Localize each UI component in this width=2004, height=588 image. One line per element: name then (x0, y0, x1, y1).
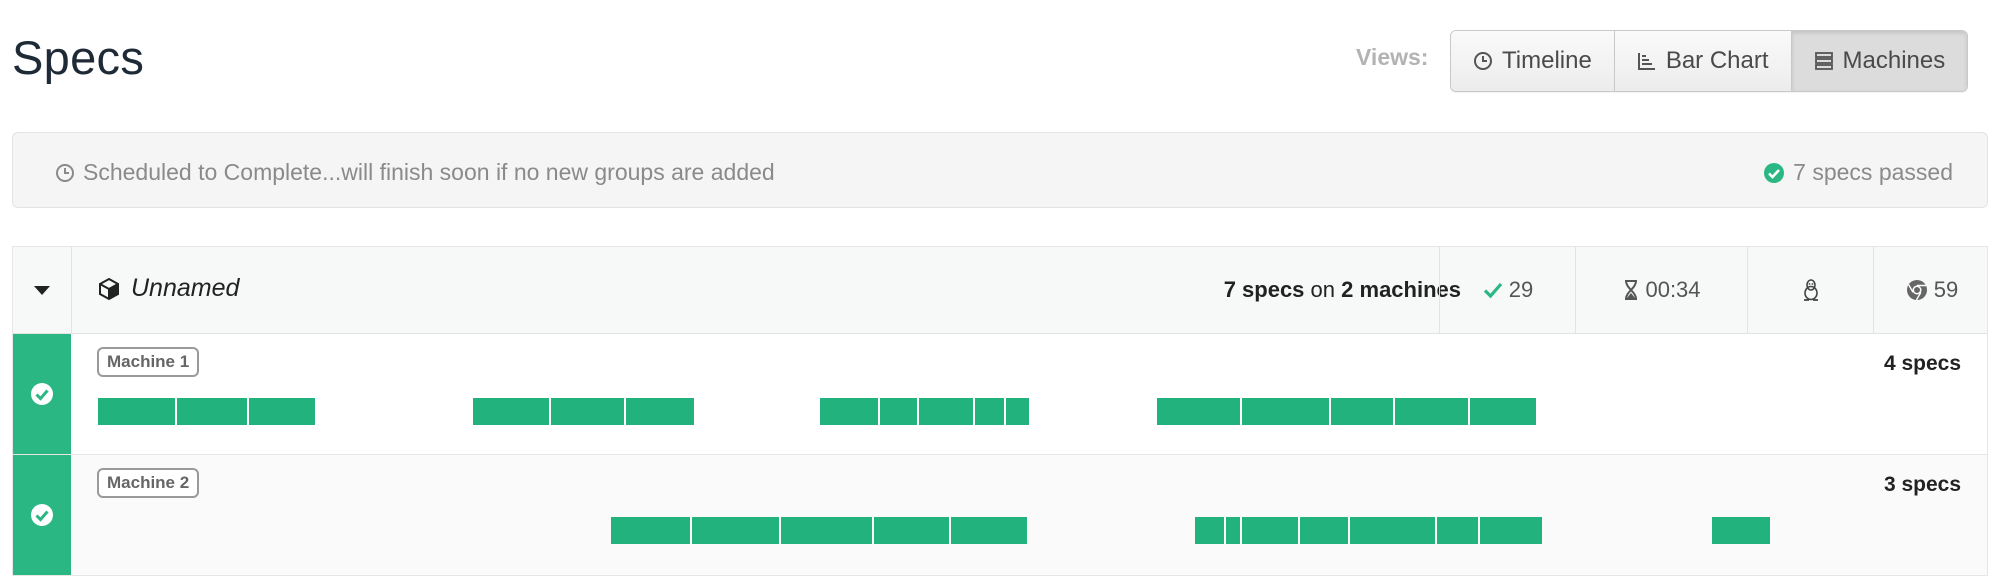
spec-bar[interactable] (1241, 517, 1298, 544)
spec-bar[interactable] (781, 517, 873, 544)
spec-bar[interactable] (248, 398, 315, 425)
passed-count-cell: 29 (1439, 247, 1576, 333)
view-machines-button[interactable]: Machines (1791, 31, 1968, 91)
view-bar-chart-button[interactable]: Bar Chart (1614, 31, 1792, 91)
passed-count: 29 (1508, 277, 1534, 302)
spec-bar[interactable] (1195, 517, 1225, 544)
machine-timeline (13, 334, 1987, 454)
hourglass-icon (1625, 280, 1638, 300)
group-name: Unnamed (97, 274, 239, 303)
spec-bar[interactable] (1299, 517, 1349, 544)
bar-chart-icon (1637, 53, 1655, 70)
page: Specs Views: Timeline Bar Chart Machines… (0, 0, 2004, 588)
browser-cell: 59 (1873, 247, 1990, 333)
spec-bar[interactable] (610, 517, 691, 544)
spec-bar[interactable] (177, 398, 247, 425)
collapse-toggle[interactable] (13, 247, 72, 333)
spec-group: Unnamed 7 specs on 2 machines 29 00:34 5… (12, 246, 1988, 576)
group-name-text: Unnamed (131, 274, 240, 302)
machine-row: Machine 1 4 specs (13, 334, 1987, 455)
spec-bar[interactable] (974, 398, 1004, 425)
spec-bar[interactable] (918, 398, 973, 425)
spec-bar[interactable] (1394, 398, 1469, 425)
linux-icon (1804, 279, 1818, 301)
spec-bar[interactable] (1437, 517, 1478, 544)
machine-timeline (13, 455, 1987, 575)
spec-bar[interactable] (473, 398, 549, 425)
view-timeline-label: Timeline (1502, 47, 1592, 74)
view-timeline-button[interactable]: Timeline (1451, 31, 1615, 91)
spec-bar[interactable] (1350, 517, 1436, 544)
machine-spec-count: 3 specs (1883, 473, 1961, 496)
machine-row: Machine 2 3 specs (13, 455, 1987, 576)
specs-passed-summary: 7 specs passed (1763, 159, 1953, 186)
machine-spec-count: 4 specs (1883, 352, 1961, 375)
spec-bar[interactable] (1241, 398, 1329, 425)
view-switcher: Timeline Bar Chart Machines (1450, 30, 1969, 92)
check-icon (1483, 282, 1502, 299)
spec-bar[interactable] (550, 398, 625, 425)
status-message: Scheduled to Complete...will finish soon… (55, 159, 775, 186)
spec-bar[interactable] (874, 517, 950, 544)
spec-bar[interactable] (1226, 517, 1240, 544)
machine-label[interactable]: Machine 1 (97, 347, 200, 377)
clock-icon (1474, 52, 1492, 70)
group-summary: 7 specs on 2 machines (1224, 277, 1461, 303)
spec-bar[interactable] (1330, 398, 1393, 425)
group-summary-on: on (1310, 277, 1336, 302)
spec-bar[interactable] (1479, 517, 1542, 544)
duration-cell: 00:34 (1575, 247, 1748, 333)
page-title: Specs (12, 31, 145, 84)
specs-passed-text: 7 specs passed (1793, 159, 1953, 185)
spec-bar[interactable] (951, 517, 1027, 544)
group-specs-count: 7 specs (1223, 277, 1305, 302)
spec-bar[interactable] (626, 398, 694, 425)
check-circle-icon (1764, 162, 1785, 183)
group-header: Unnamed 7 specs on 2 machines 29 00:34 5… (13, 247, 1987, 334)
clock-icon (56, 163, 74, 182)
server-icon (1814, 52, 1833, 70)
duration: 00:34 (1645, 277, 1701, 302)
views-label: Views: (1356, 44, 1429, 70)
browser-version: 59 (1933, 277, 1959, 302)
os-cell (1747, 247, 1874, 333)
machine-label[interactable]: Machine 2 (97, 468, 200, 498)
run-status-panel: Scheduled to Complete...will finish soon… (12, 132, 1988, 208)
spec-bar[interactable] (98, 398, 176, 425)
spec-bar[interactable] (1005, 398, 1029, 425)
caret-down-icon (34, 285, 50, 295)
chrome-icon (1906, 280, 1927, 301)
spec-bar[interactable] (879, 398, 917, 425)
spec-bar[interactable] (819, 398, 878, 425)
spec-bar[interactable] (1712, 517, 1770, 544)
view-machines-label: Machines (1842, 47, 1946, 74)
view-bar-chart-label: Bar Chart (1665, 47, 1769, 74)
spec-bar[interactable] (1156, 398, 1240, 425)
status-message-text: Scheduled to Complete...will finish soon… (83, 159, 775, 185)
cube-icon (99, 277, 119, 300)
spec-bar[interactable] (692, 517, 780, 544)
spec-bar[interactable] (1470, 398, 1536, 425)
